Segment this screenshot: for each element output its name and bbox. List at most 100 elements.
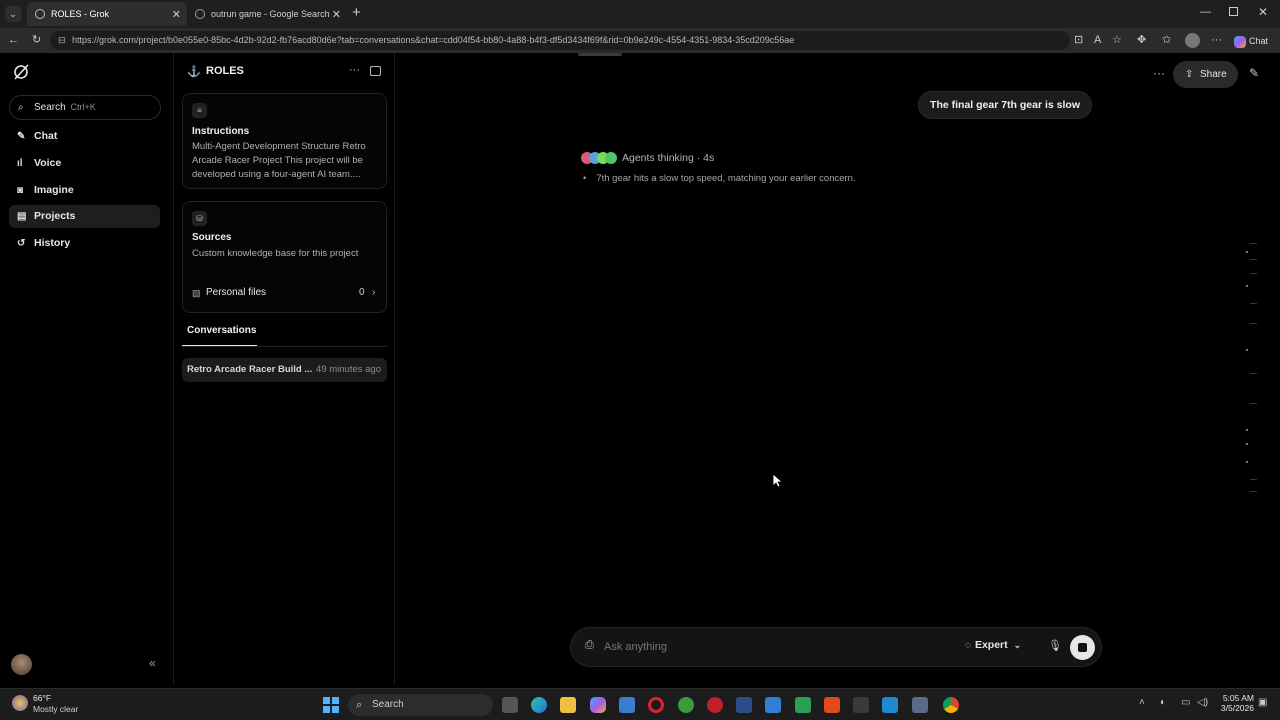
grok-logo-icon[interactable] [13,64,29,80]
tray-mic-icon[interactable]: ◐ [1160,697,1166,708]
close-window-icon[interactable]: ✕ [1258,5,1268,19]
share-button[interactable]: ⇪ Share [1173,61,1238,88]
task-view-icon[interactable] [502,697,518,713]
favorites-icon[interactable]: ✩ [1162,28,1171,53]
terminal-icon[interactable] [853,697,869,713]
search-button[interactable]: ⌕ Search Ctrl+K [9,95,161,120]
tray-chevron-icon[interactable]: ˄ [1139,697,1145,708]
personal-files-row[interactable]: ▧ Personal files 0 › [192,287,380,303]
mode-selector[interactable]: ◌ Expert ⌄ [965,639,1021,655]
taskbar-search[interactable]: ⌕ Search [348,694,493,716]
windows-logo-icon [323,697,339,713]
tab-actions-icon[interactable]: ⌄ [5,6,21,22]
xbox-icon[interactable] [678,697,694,713]
microphone-icon[interactable]: 🎙︎ [1048,639,1062,652]
panel-toggle-icon[interactable] [370,66,381,76]
browser-tab-grok[interactable]: ROLES - Grok ✕ [27,2,187,26]
edge-icon[interactable] [531,697,547,713]
start-button[interactable] [323,697,339,713]
close-tab-icon[interactable]: ✕ [172,8,181,21]
grok-favicon-icon [35,9,45,19]
conversation-item[interactable]: Retro Arcade Racer Build ... 49 minutes … [182,358,387,382]
read-aloud-icon[interactable]: A [1094,28,1101,53]
chrome-app-icon[interactable] [943,697,959,713]
message-composer[interactable]: ⎙ ◌Expert ⌄ 🎙︎ [570,627,1102,667]
sources-title: Sources [192,232,232,243]
chat-more-icon[interactable]: ··· [1153,66,1165,80]
tab-conversations[interactable]: Conversations [182,325,257,346]
chat-label: Chat [1249,36,1269,46]
collapse-sidebar-icon[interactable]: « [149,656,156,670]
powershell-icon[interactable] [736,697,752,713]
bullet-icon: • [583,173,587,184]
instructions-text: Multi-Agent Development Structure Retro … [192,141,366,180]
browser-tab-google[interactable]: outrun game - Google Search ✕ [187,2,347,26]
sidebar-item-voice[interactable]: ıl Voice [9,152,160,175]
more-menu-icon[interactable]: ··· [1211,28,1222,53]
browser-address-bar: ← ↻ ⊟ https://grok.com/project/b0e055e0-… [0,28,1280,53]
chat-area: ··· ⇪ Share ✎ The final gear 7th gear is… [396,53,1280,685]
android-app-icon[interactable] [795,697,811,713]
back-icon[interactable]: ← [8,28,19,53]
extensions-icon[interactable]: ✥ [1137,28,1146,53]
project-icon: ⚓ [187,66,201,78]
tab-title: ROLES - Grok [51,9,110,19]
vscode-icon[interactable] [882,697,898,713]
tray-network-icon[interactable]: ▭ [1181,697,1190,708]
conversation-time: 49 minutes ago [316,364,381,375]
favorite-star-icon[interactable]: ☆ [1112,28,1122,53]
tray-volume-icon[interactable]: ◁) [1197,697,1208,708]
opera-icon[interactable] [648,697,664,713]
weather-desc: Mostly clear [33,704,79,714]
message-input[interactable] [604,638,934,656]
notifications-icon[interactable]: ▣ [1258,697,1267,708]
sidebar-item-label: History [34,237,71,249]
site-info-icon[interactable]: ⊟ [58,31,66,50]
search-icon: ⌕ [356,699,363,711]
remote-desktop-icon[interactable] [912,697,928,713]
user-message-text: The final gear 7th gear is slow [930,99,1080,111]
weather-widget[interactable]: 66°F Mostly clear [12,692,102,718]
new-tab-icon[interactable]: + [352,4,361,21]
copilot-icon [1234,35,1246,48]
new-chat-icon[interactable]: ✎ [1249,66,1259,80]
minimize-icon[interactable]: — [1200,6,1211,18]
voice-icon: ıl [17,158,23,169]
sidebar-item-history[interactable]: ↺ History [9,232,160,255]
google-favicon-icon [195,9,205,19]
brave-icon[interactable] [824,697,840,713]
search-label: Search [34,102,66,113]
url-field[interactable]: ⊟ https://grok.com/project/b0e055e0-85bc… [50,31,1070,50]
file-explorer-icon[interactable] [560,697,576,713]
red-app-icon[interactable] [707,697,723,713]
close-tab-icon[interactable]: ✕ [332,8,341,21]
user-avatar[interactable] [11,654,32,675]
clock[interactable]: 5:05 AM 3/5/2026 [1218,693,1254,713]
profile-avatar[interactable] [1185,33,1200,48]
search-icon: ⌕ [18,102,24,113]
refresh-icon[interactable]: ↻ [32,28,41,53]
sidebar-item-imagine[interactable]: ◙ Imagine [9,179,160,202]
sidebar-item-projects[interactable]: ▤ Projects [9,205,160,228]
attach-icon[interactable]: ⎙ [585,639,594,652]
personal-files-label: Personal files [206,287,267,298]
conversation-minimap[interactable] [1246,243,1258,493]
instructions-card[interactable]: ≡ Instructions Multi-Agent Development S… [182,93,387,189]
grok-app: ⌕ Search Ctrl+K ✎ Chat ıl Voice ◙ Imagin… [0,53,1280,685]
stop-button[interactable] [1070,635,1095,660]
project-more-icon[interactable]: ··· [349,64,360,76]
maximize-icon[interactable] [1229,7,1238,16]
store-icon[interactable] [619,697,635,713]
lightbulb-icon: ◌ [965,640,971,651]
sidebar-item-chat[interactable]: ✎ Chat [9,125,160,148]
sources-card[interactable]: ⛁ Sources Custom knowledge base for this… [182,201,387,313]
tab-label: Conversations [187,325,257,336]
stop-icon [1078,643,1087,652]
file-icon: ▧ [192,288,201,298]
copilot-chat-button[interactable]: Chat [1234,33,1268,49]
project-title: ROLES [206,65,244,77]
copilot-app-icon[interactable] [590,697,606,713]
projects-icon: ▤ [17,211,27,222]
app-available-icon[interactable]: ⊡ [1074,28,1083,53]
mail-icon[interactable] [765,697,781,713]
